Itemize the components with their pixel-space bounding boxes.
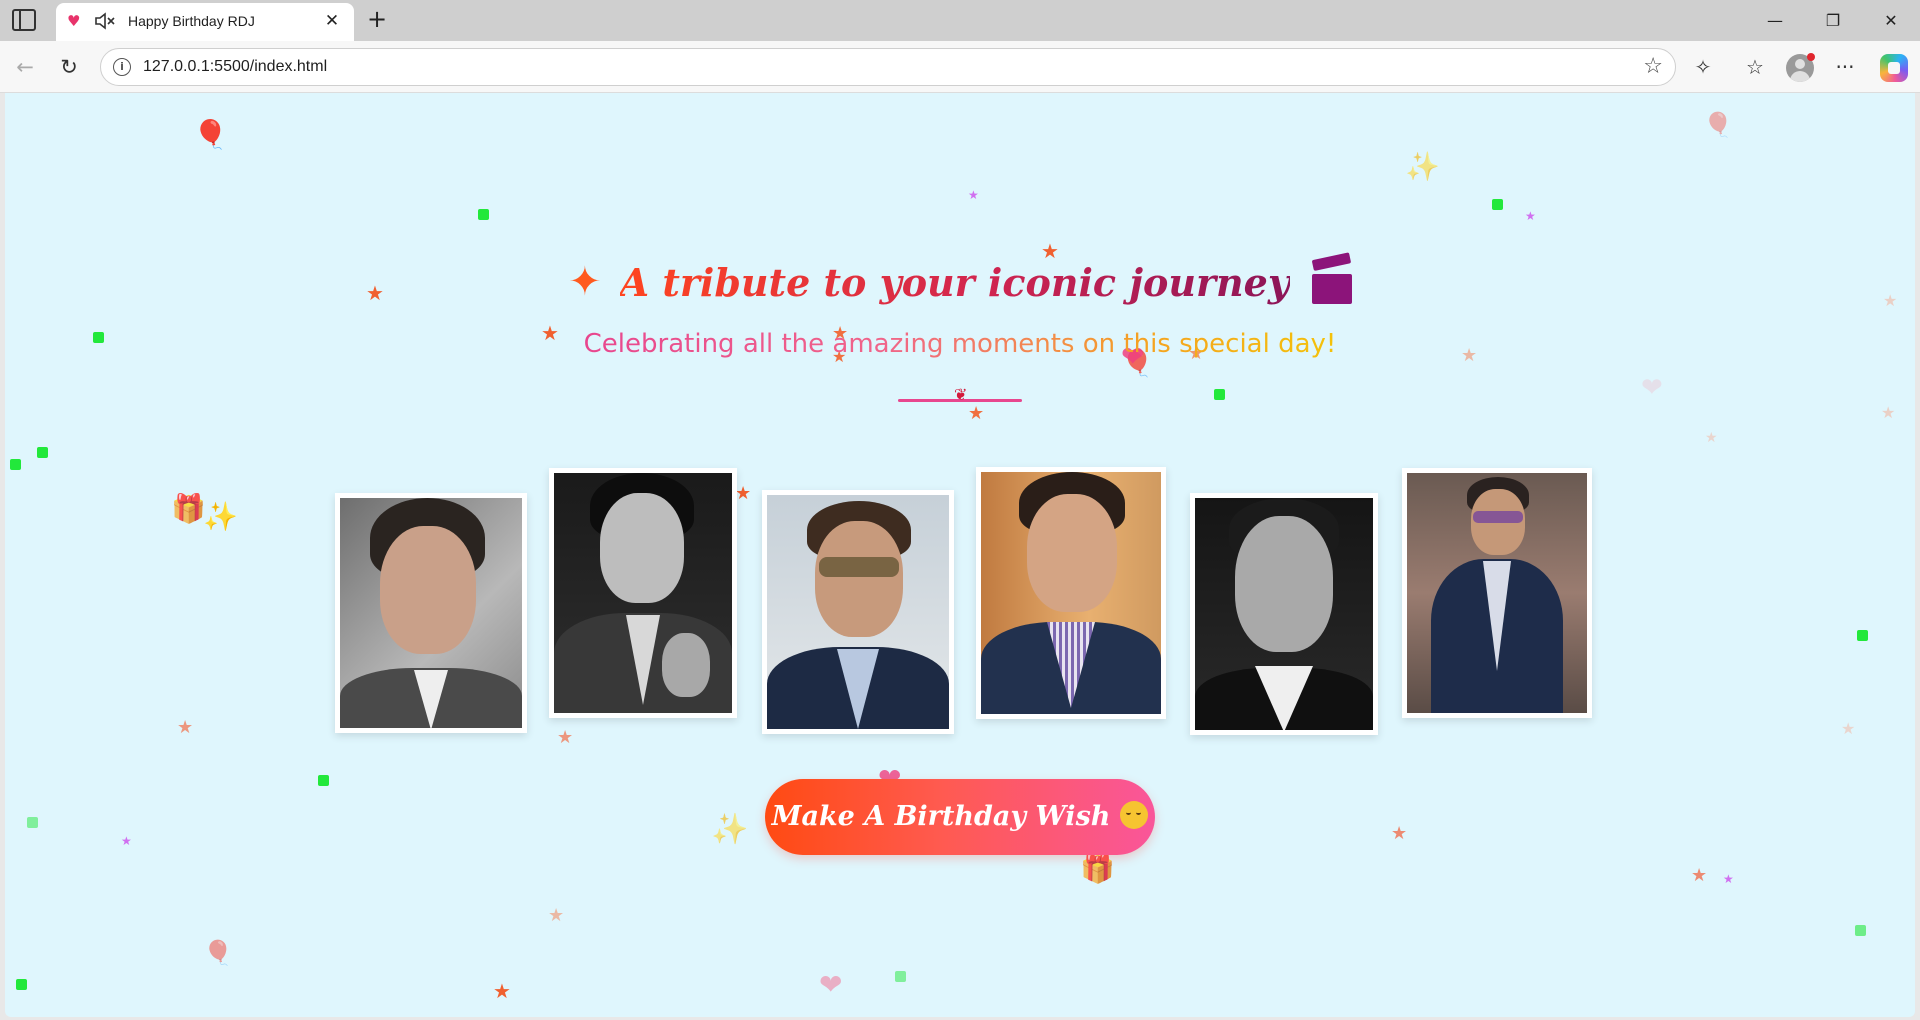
more-menu-icon[interactable]: ··· <box>1830 53 1860 81</box>
star-icon: ★ <box>1691 865 1708 886</box>
sparkle-icon: ✨ <box>1405 150 1440 183</box>
page-subtitle: Celebrating all the amazing moments on t… <box>5 329 1915 359</box>
confetti-piece <box>895 971 906 982</box>
star-icon: ★ <box>735 483 752 504</box>
extensions-icon[interactable]: ✧ <box>1688 53 1718 81</box>
make-wish-button[interactable]: Make A Birthday Wish <box>765 779 1155 855</box>
reload-button[interactable]: ↻ <box>54 53 84 81</box>
photo-card-2[interactable] <box>549 468 737 718</box>
favorites-icon[interactable]: ☆ <box>1740 53 1770 81</box>
star-icon: ★ <box>1525 209 1536 223</box>
wish-button-label: Make A Birthday Wish <box>771 801 1111 832</box>
tab-close-icon[interactable]: ✕ <box>322 10 342 32</box>
confetti-piece <box>27 817 38 828</box>
portrait-photo <box>1407 473 1587 713</box>
confetti-piece <box>10 459 21 470</box>
photo-card-3[interactable] <box>762 490 954 734</box>
rose-icon: ❦ <box>954 385 968 404</box>
confetti-piece <box>1857 630 1868 641</box>
portrait-photo <box>981 472 1161 714</box>
star-icon: ★ <box>1391 823 1408 844</box>
confetti-piece <box>1214 389 1225 400</box>
page-viewport: ★ ★ ★ ★ ★ ★ ★ ★ ★ ★ ★ ★ ★ ★ ★ ★ ★ ★ ★ ★ … <box>5 93 1915 1017</box>
portrait-photo <box>1195 498 1373 730</box>
add-favorite-icon[interactable]: ☆ <box>1643 54 1663 79</box>
photo-card-4[interactable] <box>976 467 1166 719</box>
url-text[interactable]: 127.0.0.1:5500/index.html <box>143 58 327 76</box>
site-info-icon[interactable]: i <box>113 58 131 76</box>
gift-icon: 🎁 <box>171 492 206 525</box>
confetti-piece <box>1855 925 1866 936</box>
notification-dot <box>1807 53 1815 61</box>
portrait-photo <box>767 495 949 729</box>
sparkle-icon: ✨ <box>711 812 749 847</box>
subtitle-text: Celebrating all the amazing moments on t… <box>583 329 1337 359</box>
party-face-icon <box>1120 801 1149 829</box>
restore-button[interactable]: ❐ <box>1810 6 1856 36</box>
star-icon: ★ <box>968 403 985 424</box>
tab-title: Happy Birthday RDJ <box>128 13 255 29</box>
browser-tab-active[interactable]: ♥ Happy Birthday RDJ ✕ <box>56 3 354 41</box>
back-button[interactable]: ← <box>10 53 40 81</box>
sidebar-toggle-icon[interactable] <box>12 9 36 31</box>
balloon-icon: 🎈 <box>1703 111 1733 139</box>
page-heading: ✦ A tribute to your iconic journey <box>5 252 1915 305</box>
photo-card-1[interactable] <box>335 493 527 733</box>
browser-tab-bar: ♥ Happy Birthday RDJ ✕ + — ❐ ✕ <box>0 0 1920 41</box>
gift-icon: 🎁 <box>1080 852 1115 885</box>
speaker-muted-icon[interactable] <box>94 11 116 31</box>
photo-card-5[interactable] <box>1190 493 1378 735</box>
sparkle-icon: ✨ <box>203 500 238 533</box>
star-icon: ★ <box>493 979 511 1003</box>
browser-toolbar: ← ↻ i 127.0.0.1:5500/index.html ☆ ✧ ☆ ··… <box>0 41 1920 93</box>
star-icon: ★ <box>548 905 565 926</box>
clapperboard-icon <box>1311 252 1352 304</box>
minimize-button[interactable]: — <box>1752 6 1798 36</box>
star-icon: ★ <box>1041 239 1059 263</box>
confetti-piece <box>318 775 329 786</box>
heart-favicon-icon: ♥ <box>67 12 81 30</box>
star-icon: ★ <box>121 834 132 848</box>
star-icon: ★ <box>1705 430 1718 446</box>
heading-text: A tribute to your iconic journey <box>619 259 1290 305</box>
star-icon: ★ <box>557 727 574 748</box>
photo-card-6[interactable] <box>1402 468 1592 718</box>
star-icon: ★ <box>968 188 979 202</box>
confetti-piece <box>478 209 489 220</box>
portrait-photo <box>554 473 732 713</box>
star-icon: ★ <box>1881 403 1896 422</box>
sparkle-icon: ✦ <box>568 259 602 305</box>
close-window-button[interactable]: ✕ <box>1868 6 1914 36</box>
address-bar[interactable]: i 127.0.0.1:5500/index.html ☆ <box>100 48 1676 86</box>
new-tab-button[interactable]: + <box>364 7 390 33</box>
confetti-piece <box>37 447 48 458</box>
copilot-icon[interactable] <box>1880 54 1908 82</box>
balloon-icon: 🎈 <box>203 939 233 967</box>
star-icon: ★ <box>177 717 194 738</box>
star-icon: ★ <box>1723 872 1734 886</box>
balloon-icon: 🎈 <box>193 118 228 151</box>
confetti-piece <box>16 979 27 990</box>
confetti-piece <box>1492 199 1503 210</box>
heart-icon: ❤ <box>819 968 843 1001</box>
star-icon: ★ <box>1841 719 1856 738</box>
heart-icon: ❤ <box>1641 373 1663 403</box>
portrait-photo <box>340 498 522 728</box>
